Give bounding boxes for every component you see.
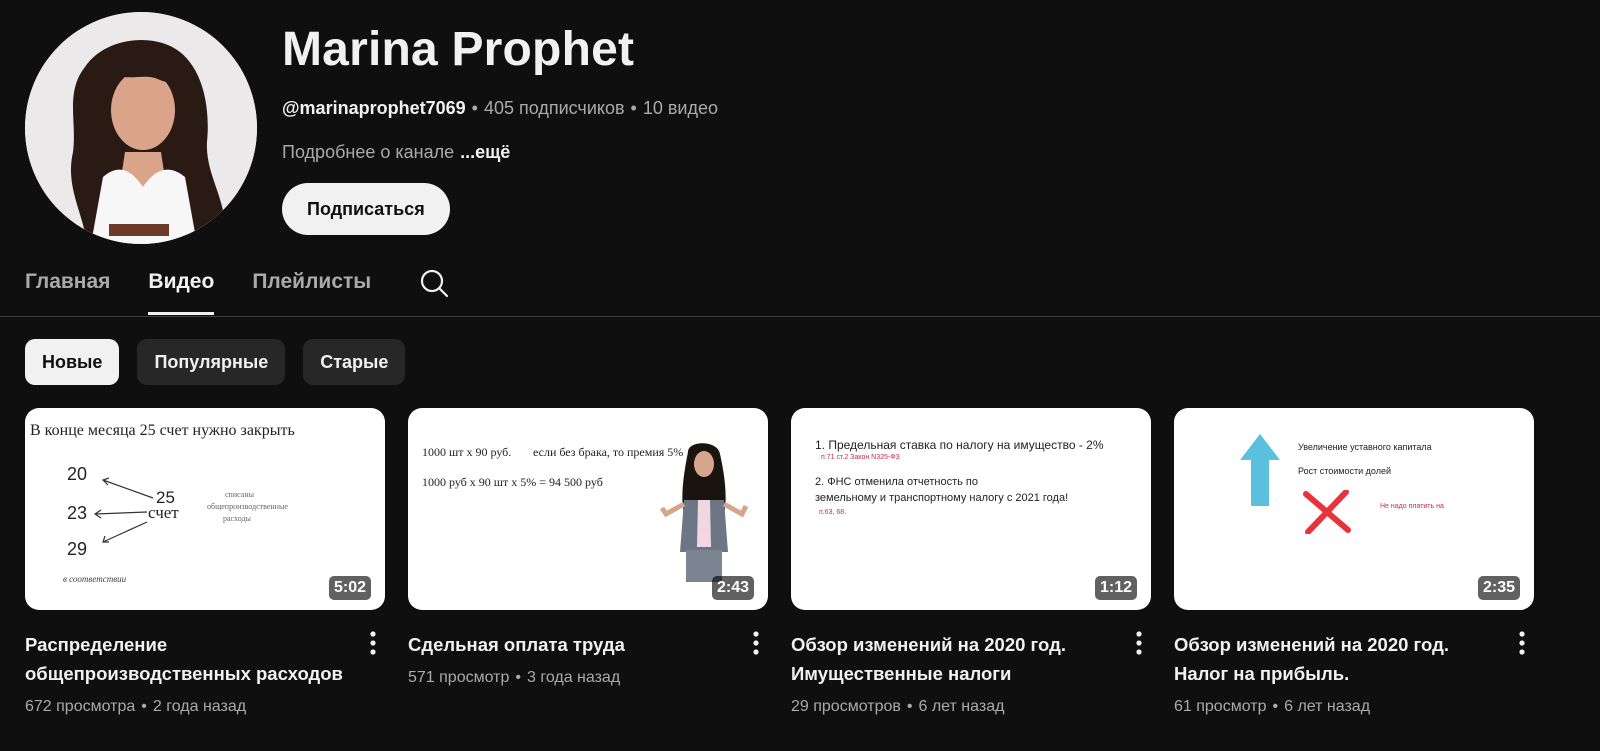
upload-age: 3 года назад	[526, 669, 621, 686]
video-card[interactable]: 1000 шт х 90 руб. если без брака, то пре…	[408, 408, 768, 689]
chip-popular[interactable]: Популярные	[137, 339, 286, 385]
video-meta: 29 просмотров • 6 лет назад	[791, 698, 1005, 715]
description-text: Подробнее о канале	[282, 142, 455, 162]
channel-avatar[interactable]	[25, 12, 257, 244]
tab-playlists[interactable]: Плейлисты	[252, 258, 371, 316]
presenter-figure	[659, 443, 749, 582]
video-duration: 2:43	[711, 576, 754, 600]
upload-age: 6 лет назад	[1284, 698, 1371, 715]
upload-age: 2 года назад	[152, 698, 247, 715]
video-title[interactable]: Распределение общепроизводственных расхо…	[25, 630, 345, 688]
upload-age: 6 лет назад	[918, 698, 1005, 715]
tab-videos[interactable]: Видео	[148, 258, 214, 316]
video-card[interactable]: Увеличение уставного капитала Рост стоим…	[1174, 408, 1534, 718]
video-count: 10 видео	[642, 98, 719, 118]
video-duration: 1:12	[1094, 576, 1137, 600]
tab-home[interactable]: Главная	[25, 258, 110, 316]
view-count: 61 просмотр	[1174, 698, 1267, 715]
search-icon[interactable]	[419, 268, 449, 298]
channel-header: Marina Prophet @marinaprophet7069 • 405 по…	[25, 12, 1575, 244]
tabs-divider	[0, 316, 1600, 317]
video-meta: 61 просмотр • 6 лет назад	[1174, 698, 1371, 715]
video-thumbnail[interactable]: 1. Предельная ставка по налогу на имущес…	[791, 408, 1151, 610]
chip-oldest[interactable]: Старые	[303, 339, 406, 385]
video-meta: 672 просмотра • 2 года назад	[25, 698, 247, 715]
video-meta: 571 просмотр • 3 года назад	[408, 669, 621, 686]
video-thumbnail[interactable]: 1000 шт х 90 руб. если без брака, то пре…	[408, 408, 768, 610]
video-card[interactable]: В конце месяца 25 счет нужно закрыть 20 …	[25, 408, 385, 718]
more-link[interactable]: ...ещё	[460, 142, 510, 162]
video-title[interactable]: Сдельная оплата труда	[408, 630, 728, 659]
arrow-up-icon	[1240, 434, 1280, 506]
subscribe-button[interactable]: Подписаться	[282, 183, 450, 235]
more-vert-icon[interactable]	[744, 630, 768, 658]
video-card[interactable]: 1. Предельная ставка по налогу на имущес…	[791, 408, 1151, 718]
video-title[interactable]: Обзор изменений на 2020 год. Имущественн…	[791, 630, 1111, 688]
more-vert-icon[interactable]	[1510, 630, 1534, 658]
cross-icon	[1303, 490, 1351, 534]
subscriber-count: 405 подписчиков	[483, 98, 625, 118]
chip-newest[interactable]: Новые	[25, 339, 120, 385]
view-count: 571 просмотр	[408, 669, 510, 686]
video-duration: 2:35	[1477, 576, 1520, 600]
view-count: 29 просмотров	[791, 698, 901, 715]
video-grid: В конце месяца 25 счет нужно закрыть 20 …	[25, 408, 1575, 738]
more-vert-icon[interactable]	[361, 630, 385, 658]
video-title[interactable]: Обзор изменений на 2020 год. Налог на пр…	[1174, 630, 1494, 688]
channel-handle: @marinaprophet7069	[282, 98, 466, 118]
more-vert-icon[interactable]	[1127, 630, 1151, 658]
channel-tabs: Главная Видео Плейлисты	[25, 258, 449, 316]
sort-chips: Новые Популярные Старые	[25, 339, 406, 385]
channel-name: Marina Prophet	[282, 23, 635, 76]
channel-info: Marina Prophet @marinaprophet7069 • 405 по…	[282, 22, 718, 235]
channel-meta: @marinaprophet7069 • 405 подписчиков • 10 ви…	[282, 98, 719, 118]
view-count: 672 просмотра	[25, 698, 136, 715]
video-thumbnail[interactable]: В конце месяца 25 счет нужно закрыть 20 …	[25, 408, 385, 610]
video-duration: 5:02	[328, 576, 371, 600]
video-thumbnail[interactable]: Увеличение уставного капитала Рост стоим…	[1174, 408, 1534, 610]
channel-description[interactable]: Подробнее о канале ...ещё	[282, 140, 718, 164]
